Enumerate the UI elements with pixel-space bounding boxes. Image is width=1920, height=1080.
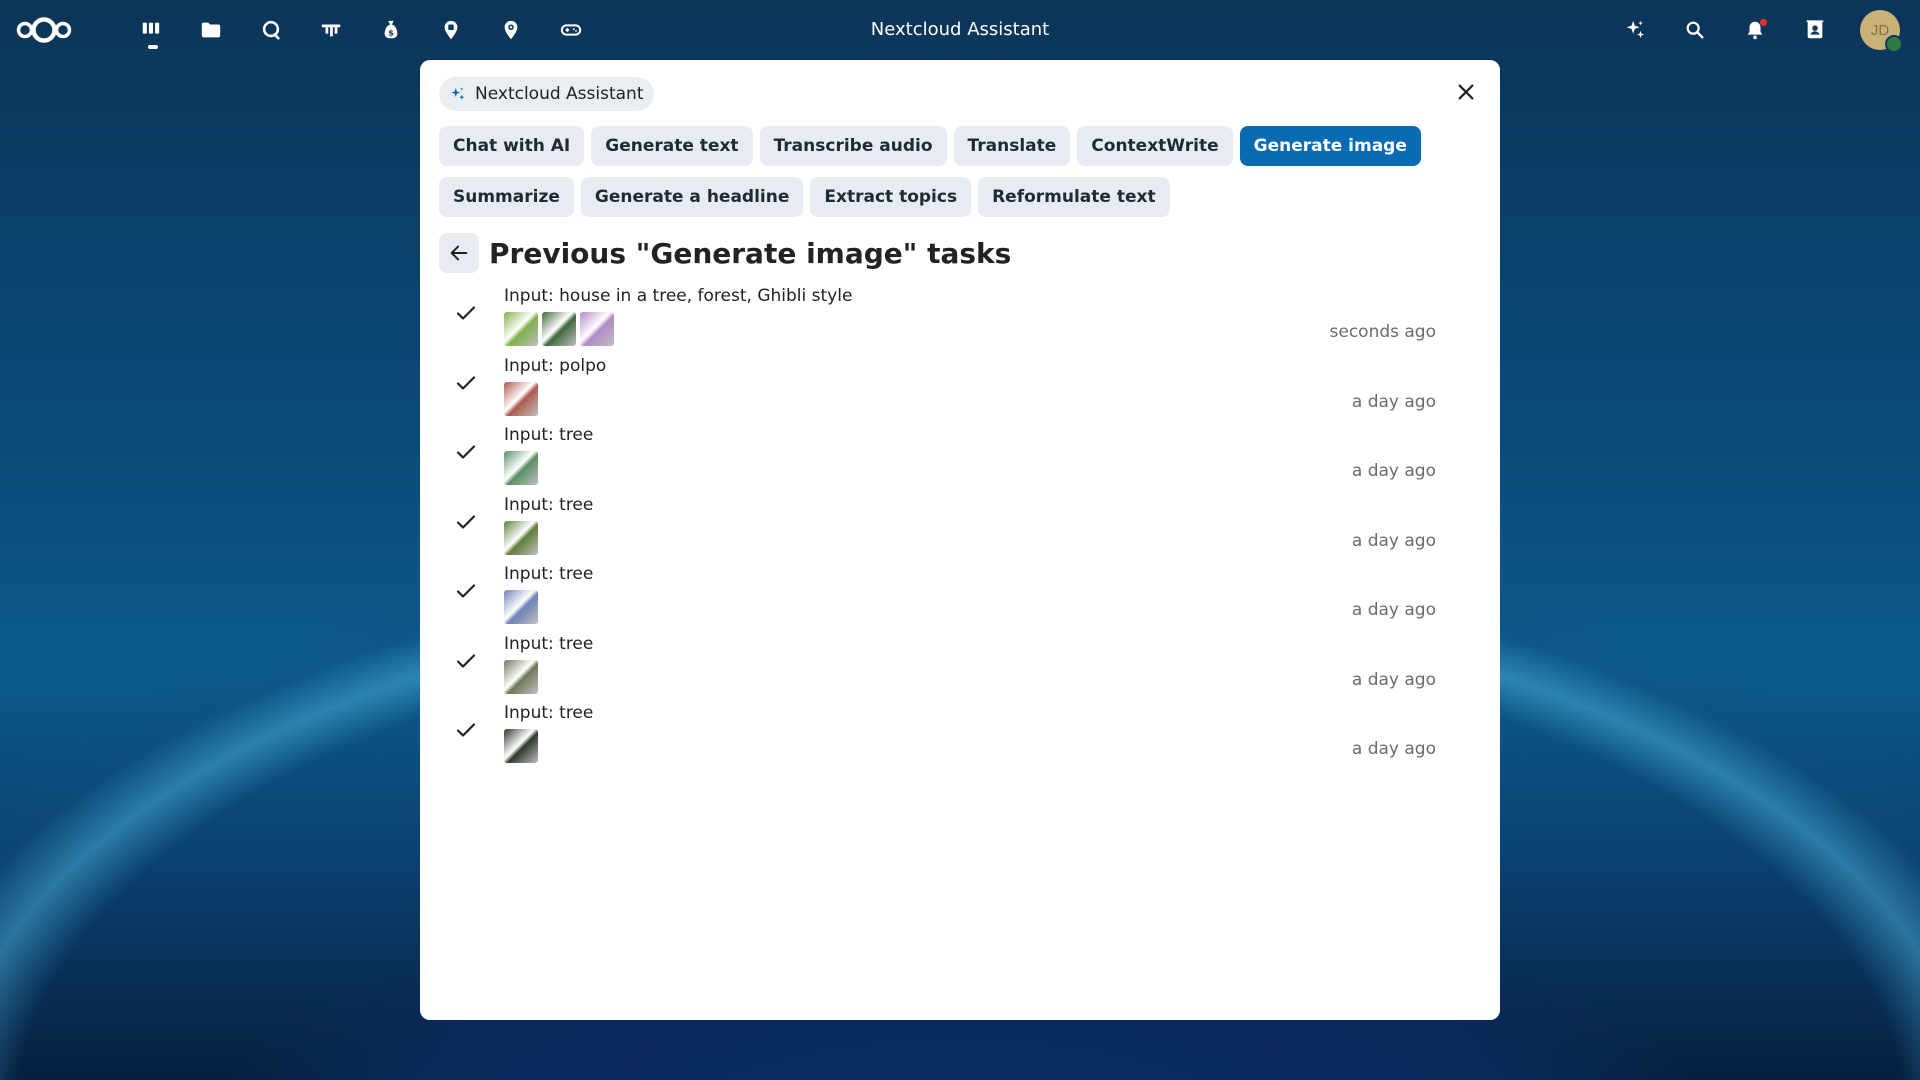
money-bag-icon[interactable]: $ [376, 15, 406, 45]
result-thumbnails [504, 381, 538, 416]
result-thumbnails [504, 451, 538, 485]
section-header: Previous "Generate image" tasks [439, 233, 1011, 273]
checkmark-icon [451, 507, 481, 537]
result-thumbnails [504, 520, 538, 555]
task-timestamp: seconds ago [1329, 322, 1437, 342]
result-thumbnails [504, 729, 538, 763]
back-button[interactable] [439, 233, 479, 273]
section-title: Previous "Generate image" tasks [489, 236, 1012, 270]
deck-icon[interactable] [316, 15, 346, 45]
search-icon[interactable] [1680, 10, 1710, 50]
map-pin-icon[interactable] [436, 15, 466, 45]
generated-image-thumbnail[interactable] [504, 451, 538, 485]
app-menu: $ [136, 15, 586, 49]
generated-image-thumbnail[interactable] [504, 520, 538, 555]
tab-transcribe-audio[interactable]: Transcribe audio [759, 126, 947, 166]
result-thumbnails [504, 590, 538, 624]
checkmark-icon [451, 646, 481, 676]
tab-generate-a-headline[interactable]: Generate a headline [580, 177, 804, 217]
task-input-text: Input: tree [504, 703, 594, 723]
notification-badge [1760, 19, 1767, 26]
result-thumbnails [504, 312, 614, 346]
tab-chat-with-ai[interactable]: Chat with AI [439, 126, 585, 166]
tab-generate-text[interactable]: Generate text [591, 126, 753, 166]
contacts-icon[interactable] [1800, 10, 1830, 50]
tab-extract-topics[interactable]: Extract topics [810, 177, 972, 217]
task-row[interactable]: Input: tree a day ago [439, 701, 1479, 771]
top-bar: $ Nextcloud Assistant JD [0, 0, 1920, 60]
generated-image-thumbnail[interactable] [504, 590, 538, 624]
chat-bubble-icon[interactable] [256, 15, 286, 45]
result-thumbnails [504, 659, 538, 694]
task-input-text: Input: polpo [504, 355, 607, 376]
close-button[interactable] [1444, 70, 1488, 114]
generated-image-thumbnail[interactable] [504, 729, 538, 763]
generated-image-thumbnail[interactable] [504, 659, 538, 694]
task-row[interactable]: Input: tree a day ago [439, 632, 1479, 702]
header-actions: JD [1620, 10, 1903, 53]
avatar-initials: JD [1870, 21, 1890, 39]
tab-generate-image[interactable]: Generate image [1239, 126, 1421, 166]
assistant-chip: Nextcloud Assistant [439, 77, 654, 111]
checkmark-icon [451, 298, 481, 328]
tab-summarize[interactable]: Summarize [439, 177, 574, 217]
tab-reformulate-text[interactable]: Reformulate text [978, 177, 1170, 217]
task-input-text: Input: tree [504, 425, 594, 445]
assistant-sparkle-icon[interactable] [1620, 10, 1650, 50]
task-timestamp: a day ago [1351, 669, 1436, 690]
nextcloud-logo-icon[interactable] [16, 12, 72, 48]
task-type-tabs: Chat with AI Generate text Transcribe audi… [439, 126, 1479, 217]
checkmark-icon [451, 576, 481, 606]
game-icon[interactable] [556, 15, 586, 45]
sparkle-icon [451, 87, 465, 100]
task-row[interactable]: Input: house in a tree, forest, Ghibli s… [439, 284, 1479, 354]
task-row[interactable]: Input: tree a day ago [439, 493, 1479, 563]
tab-translate[interactable]: Translate [953, 126, 1071, 166]
svg-text:$: $ [388, 28, 394, 38]
location-icon[interactable] [496, 15, 526, 45]
generated-image-thumbnail[interactable] [504, 312, 538, 346]
notifications-bell-icon[interactable] [1740, 10, 1770, 50]
checkmark-icon [451, 368, 481, 398]
checkmark-icon [451, 715, 481, 745]
assistant-chip-label: Nextcloud Assistant [475, 84, 644, 104]
avatar[interactable]: JD [1860, 10, 1903, 53]
task-timestamp: a day ago [1351, 739, 1436, 759]
task-timestamp: a day ago [1351, 530, 1436, 551]
task-input-text: Input: tree [504, 633, 594, 654]
generated-image-thumbnail[interactable] [580, 312, 614, 346]
active-app-indicator [148, 45, 158, 49]
task-timestamp: a day ago [1351, 391, 1436, 412]
dashboard-icon[interactable] [136, 15, 166, 49]
task-row[interactable]: Input: polpo a day ago [439, 354, 1479, 424]
task-input-text: Input: tree [504, 494, 594, 515]
task-row[interactable]: Input: tree a day ago [439, 562, 1479, 632]
task-row[interactable]: Input: tree a day ago [439, 423, 1479, 493]
folder-icon[interactable] [196, 15, 226, 45]
generated-image-thumbnail[interactable] [504, 381, 538, 416]
task-timestamp: a day ago [1351, 600, 1436, 620]
close-icon [1458, 84, 1474, 100]
assistant-modal: Nextcloud Assistant Chat with AI Generate… [420, 60, 1500, 1020]
task-input-text: Input: tree [504, 564, 594, 584]
generated-image-thumbnail[interactable] [542, 312, 576, 346]
arrow-left-icon [450, 245, 468, 261]
checkmark-icon [451, 437, 481, 467]
tab-contextwrite[interactable]: ContextWrite [1077, 126, 1233, 166]
task-timestamp: a day ago [1351, 461, 1436, 481]
online-status-indicator [1885, 35, 1903, 53]
task-history-list: Input: house in a tree, forest, Ghibli s… [439, 284, 1479, 771]
task-input-text: Input: house in a tree, forest, Ghibli s… [504, 286, 853, 306]
